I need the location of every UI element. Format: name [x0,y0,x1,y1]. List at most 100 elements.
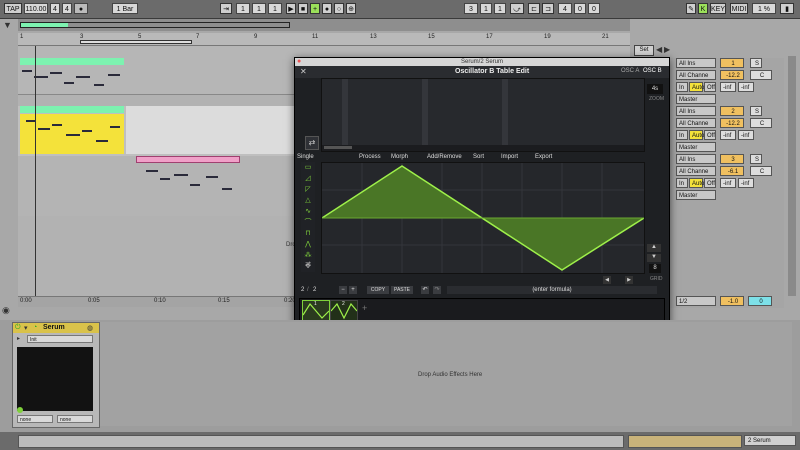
overview-window[interactable] [20,22,290,28]
input-type-select[interactable]: All Ins [676,154,716,164]
track-activator[interactable]: 3 [720,154,744,164]
power-icon[interactable]: ⏻ [15,324,21,332]
grid-field[interactable]: 8 [649,264,661,273]
monitor-auto-button[interactable]: Auto [689,178,704,188]
redo-icon[interactable]: ↷ [433,286,441,294]
key-map-button[interactable]: KEY [710,3,726,14]
overdub-icon[interactable]: ⊕ [346,3,356,14]
loop-start-sixteenth[interactable]: 1 [494,3,506,14]
shape-flat-icon[interactable]: ▭ [301,162,315,173]
input-channel-select[interactable]: All Channe [676,166,716,176]
monitor-off-button[interactable]: Off [704,82,716,92]
menu-process[interactable]: Process [359,154,381,160]
clip-overview-thumb[interactable] [628,435,742,448]
preset-select[interactable]: Init [27,335,93,343]
detail-toggle-icon[interactable]: ◉ [2,305,10,316]
shape-curve-icon[interactable]: ⌒ [301,217,315,228]
locator-prev-icon[interactable]: ◀ [656,45,662,54]
monitor-in-button[interactable]: In [676,178,688,188]
midi-map-button[interactable]: MIDI [730,3,748,14]
send-a-field[interactable]: -inf [720,82,736,92]
time-sig-den[interactable]: 4 [62,3,72,14]
monitor-auto-button[interactable]: Auto [689,130,704,140]
arrangement-overview[interactable] [18,19,630,31]
menu-sort[interactable]: Sort [473,154,484,160]
close-window-icon[interactable]: ● [297,58,301,65]
input-type-select[interactable]: All Ins [676,58,716,68]
osc-a-tab[interactable]: OSC A [621,68,639,74]
frame-thumbnail[interactable]: 1 [302,300,330,322]
expand-icon[interactable]: ▾ [24,324,28,332]
monitor-in-button[interactable]: In [676,130,688,140]
add-icon[interactable]: + [310,3,320,14]
master-pan-field[interactable]: 0 [748,296,772,306]
session-record-icon[interactable]: ○ [334,3,344,14]
pan-field[interactable]: C [750,166,772,176]
selected-region[interactable] [126,106,296,154]
remove-frame-icon[interactable]: − [339,286,347,294]
zoom-field[interactable]: 4s [647,84,663,94]
output-select[interactable]: Master [676,190,716,200]
tempo-field[interactable]: 110.00 [24,3,48,14]
morph-arrow-icon[interactable]: ⇄ [305,136,319,150]
window-titlebar[interactable]: Serum/2 Serum [295,58,669,66]
cue-out-select[interactable]: 1/2 [676,296,716,306]
track-activator[interactable]: 2 [720,106,744,116]
add-frame-plus-icon[interactable]: + [362,303,367,313]
formula-input[interactable]: (enter formula) [447,286,657,294]
loop-start-bar[interactable]: 3 [464,3,478,14]
send-b-field[interactable]: -inf [738,178,754,188]
wavetable-overview[interactable] [321,78,645,152]
paste-button[interactable]: PASTE [391,286,413,294]
move-wave-icon[interactable]: ⇄ [301,260,315,268]
next-frame-icon[interactable]: ▶ [625,276,633,284]
set-button[interactable]: Set [634,45,654,56]
monitor-in-button[interactable]: In [676,82,688,92]
output-select[interactable]: Master [676,142,716,152]
frame-strip[interactable]: 1 2 + [299,298,665,322]
loop-length-beat[interactable]: 0 [574,3,586,14]
plugin-edit-icon[interactable]: ◔ [33,324,37,331]
loop-length-bar[interactable]: 4 [558,3,572,14]
menu-import[interactable]: Import [501,154,518,160]
send-a-field[interactable]: -inf [720,130,736,140]
input-channel-select[interactable]: All Channe [676,118,716,128]
solo-button[interactable]: S [750,154,762,164]
locator-next-icon[interactable]: ▶ [664,45,670,54]
loop-length-sixteenth[interactable]: 0 [588,3,600,14]
param-select-left[interactable]: none [17,415,53,423]
follow-icon[interactable]: ⇥ [220,3,232,14]
draw-mode-icon[interactable]: ✎ [686,3,696,14]
input-channel-select[interactable]: All Channe [676,70,716,80]
monitor-off-button[interactable]: Off [704,178,716,188]
grid-down-icon[interactable]: ▼ [647,254,661,262]
send-a-field[interactable]: -inf [720,178,736,188]
loop-start-beat[interactable]: 1 [480,3,492,14]
preset-toggle-icon[interactable]: ▸ [17,335,25,343]
time-sig-num[interactable]: 4 [50,3,60,14]
waveform-editor[interactable] [321,162,645,274]
solo-button[interactable]: S [750,106,762,116]
device-menu-icon[interactable]: ◍ [87,324,93,332]
selected-track-name[interactable]: 2 Serum [744,435,796,446]
volume-field[interactable]: -12.2 [720,118,744,128]
input-type-select[interactable]: All Ins [676,106,716,116]
volume-field[interactable]: -12.2 [720,70,744,80]
punch-in-icon[interactable]: ⊏ [528,3,540,14]
track-activator[interactable]: 1 [720,58,744,68]
stop-icon[interactable]: ■ [298,3,308,14]
monitor-off-button[interactable]: Off [704,130,716,140]
record-icon[interactable]: ● [322,3,332,14]
menu-export[interactable]: Export [535,154,552,160]
output-select[interactable]: Master [676,94,716,104]
volume-field[interactable]: -6.1 [720,166,744,176]
add-frame-icon[interactable]: + [349,286,357,294]
master-volume-field[interactable]: -1.0 [720,296,744,306]
grid-up-icon[interactable]: ▲ [647,244,661,252]
play-icon[interactable]: ▶ [286,3,296,14]
bar-ruler[interactable]: 1 3 5 7 9 11 13 15 17 19 21 [18,33,630,46]
send-b-field[interactable]: -inf [738,82,754,92]
mixer-scrollbar[interactable] [788,56,796,296]
collapse-icon[interactable]: ▼ [3,20,12,30]
close-editor-icon[interactable]: ✕ [300,67,307,76]
